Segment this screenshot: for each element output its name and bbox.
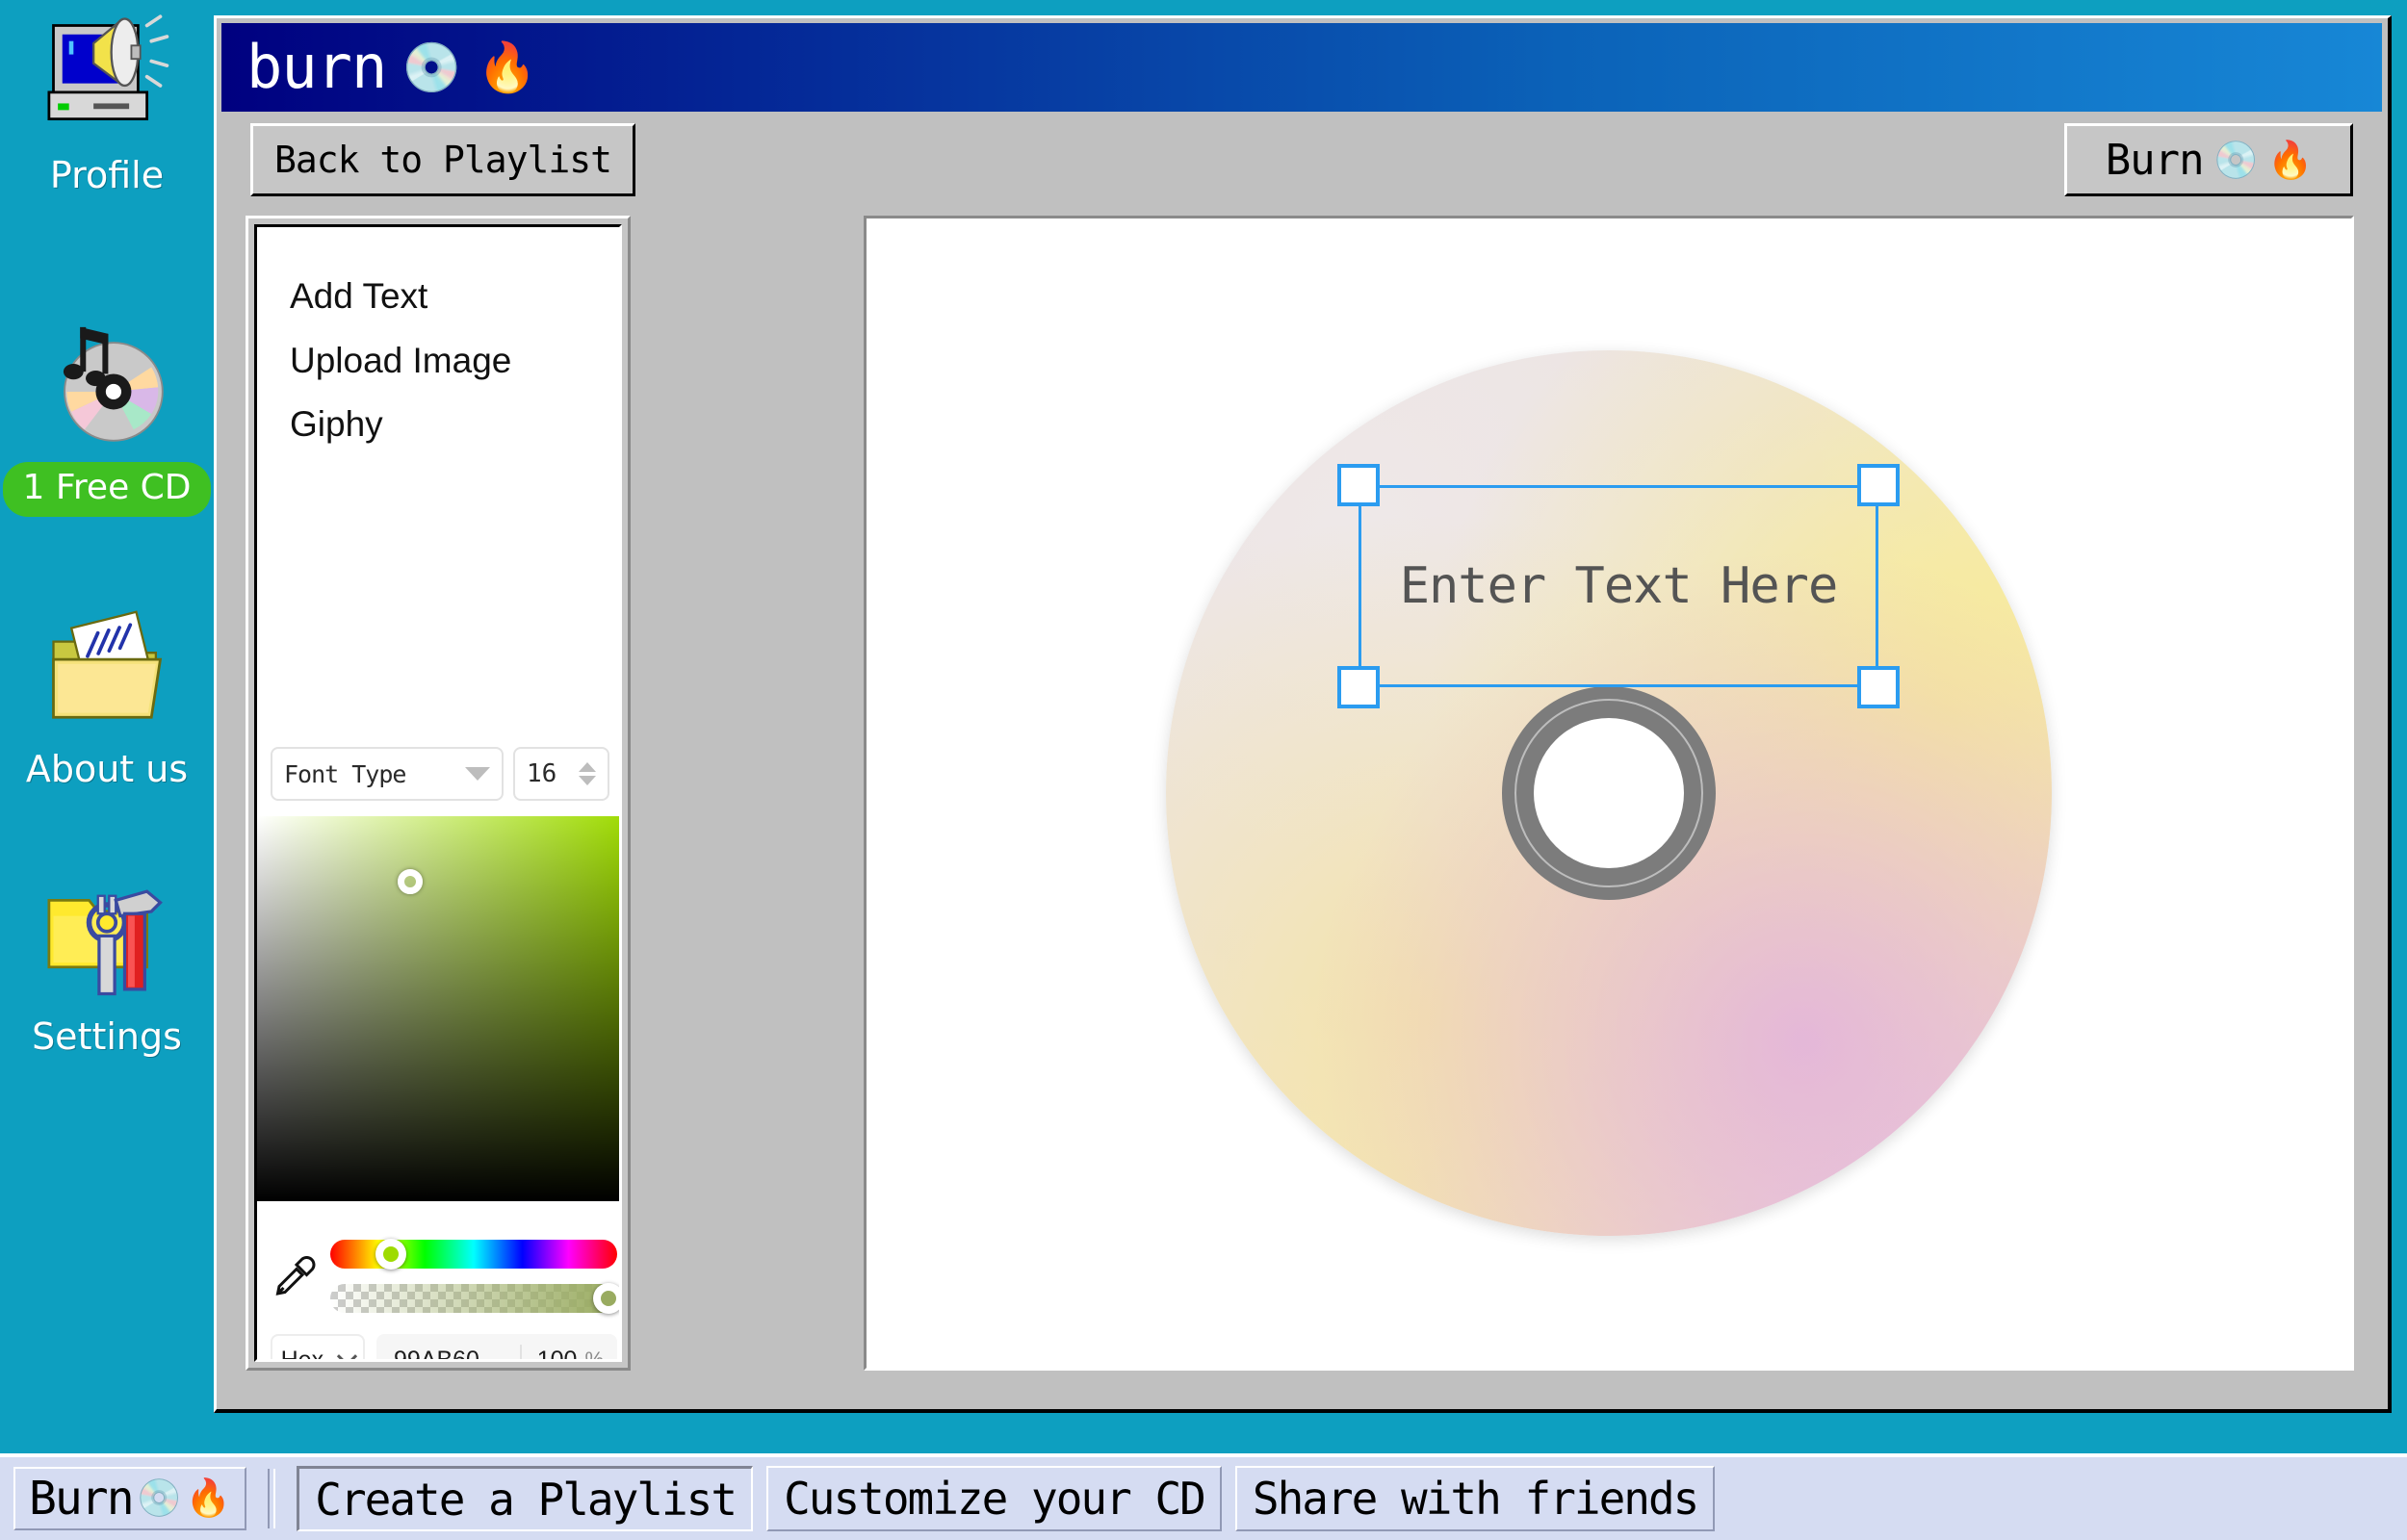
free-cd-badge: 1 Free CD — [3, 462, 211, 517]
alpha-handle-dot — [601, 1291, 617, 1306]
alpha-slider[interactable] — [330, 1283, 619, 1314]
burn-button[interactable]: Burn 💿 🔥 — [2064, 123, 2353, 196]
folder-document-icon — [36, 602, 178, 744]
color-sliders-block — [257, 1219, 619, 1334]
cd-canvas[interactable]: Enter Text Here — [864, 216, 2354, 1371]
taskbar: Burn 💿 🔥 Create a Playlist Customize you… — [0, 1453, 2407, 1540]
font-size-stepper[interactable]: 16 — [513, 747, 609, 801]
resize-handle-top-left[interactable] — [1337, 464, 1380, 506]
desktop-icon-profile-label: Profile — [49, 154, 165, 196]
chevron-up-icon[interactable] — [579, 762, 596, 772]
alpha-input[interactable]: 100 — [522, 1347, 585, 1360]
app-window: burn 💿 🔥 Back to Playlist Burn 💿 🔥 Add T… — [214, 15, 2392, 1413]
font-size-value: 16 — [527, 759, 557, 788]
hue-handle-dot — [382, 1246, 399, 1262]
desktop-icon-settings-label: Settings — [32, 1015, 182, 1058]
resize-handle-bottom-right[interactable] — [1857, 666, 1900, 708]
desktop-icon-free-cd[interactable]: 1 Free CD — [3, 314, 211, 517]
tool-giphy[interactable]: Giphy — [290, 405, 619, 445]
back-to-playlist-button[interactable]: Back to Playlist — [250, 123, 635, 196]
taskbar-item-customize-cd[interactable]: Customize your CD — [766, 1466, 1222, 1531]
cd-text-input[interactable]: Enter Text Here — [1359, 557, 1878, 615]
eyedropper-icon[interactable] — [271, 1247, 317, 1305]
cd-center-hole — [1534, 718, 1684, 868]
editor-left-panel-inner: Add Text Upload Image Giphy Font Type 16 — [254, 224, 622, 1362]
cd-icon: 💿 — [2213, 139, 2259, 181]
music-cd-icon — [36, 314, 178, 456]
burn-button-label: Burn — [2105, 135, 2205, 185]
cd-disc-wrapper: Enter Text Here — [1166, 350, 2052, 1236]
cd-icon: 💿 — [401, 40, 462, 94]
font-type-label: Font Type — [284, 759, 406, 788]
hue-slider[interactable] — [330, 1239, 617, 1270]
sliders-column — [330, 1239, 619, 1314]
color-mode-select[interactable]: Hex — [271, 1334, 365, 1362]
tool-add-text[interactable]: Add Text — [290, 276, 619, 317]
desktop-root: Profile 1 Free CD About us Settings burn… — [0, 0, 2407, 1540]
stepper-arrows[interactable] — [579, 762, 596, 785]
start-button-label: Burn — [29, 1472, 135, 1526]
folder-tools-icon — [36, 869, 178, 1012]
color-value-row: Hex 99AB60 100 % — [271, 1334, 617, 1362]
taskbar-divider — [268, 1469, 276, 1528]
alpha-slider-handle[interactable] — [593, 1283, 619, 1314]
desktop-sidebar: Profile 1 Free CD About us Settings — [0, 0, 214, 1453]
saturation-value-field[interactable] — [257, 816, 619, 1201]
start-button[interactable]: Burn 💿 🔥 — [13, 1467, 247, 1530]
chevron-down-icon[interactable] — [579, 776, 596, 785]
text-element-selection[interactable]: Enter Text Here — [1337, 464, 1900, 708]
hue-slider-handle[interactable] — [375, 1239, 406, 1270]
window-toolbar: Back to Playlist Burn 💿 🔥 — [221, 119, 2382, 206]
hex-input[interactable]: 99AB60 — [376, 1347, 520, 1360]
cd-icon: 💿 — [136, 1478, 182, 1519]
chevron-down-icon — [465, 767, 490, 781]
cd-hub-ring — [1502, 686, 1716, 900]
fire-icon: 🔥 — [477, 40, 537, 94]
resize-handle-top-right[interactable] — [1857, 464, 1900, 506]
desktop-icon-profile[interactable]: Profile — [11, 8, 203, 196]
chevron-down-icon — [337, 1346, 358, 1359]
font-type-select[interactable]: Font Type — [271, 747, 504, 801]
desktop-icon-about-us[interactable]: About us — [11, 602, 203, 790]
font-controls-row: Font Type 16 — [271, 747, 609, 801]
window-title: burn — [246, 32, 387, 102]
alpha-unit-label: % — [584, 1348, 604, 1362]
computer-speaker-icon — [36, 8, 178, 150]
taskbar-item-create-playlist[interactable]: Create a Playlist — [297, 1466, 754, 1531]
desktop-icon-about-us-label: About us — [25, 748, 189, 790]
resize-handle-bottom-left[interactable] — [1337, 666, 1380, 708]
window-titlebar[interactable]: burn 💿 🔥 — [221, 23, 2382, 112]
taskbar-item-share-friends[interactable]: Share with friends — [1234, 1466, 1716, 1531]
color-mode-label: Hex — [280, 1346, 324, 1362]
desktop-icon-settings[interactable]: Settings — [11, 869, 203, 1058]
saturation-handle[interactable] — [398, 869, 424, 894]
fire-icon: 🔥 — [2266, 139, 2313, 181]
tool-upload-image[interactable]: Upload Image — [290, 341, 619, 381]
editor-left-panel: Add Text Upload Image Giphy Font Type 16 — [246, 216, 631, 1371]
color-value-group: 99AB60 100 % — [376, 1334, 617, 1362]
tool-list: Add Text Upload Image Giphy — [257, 227, 619, 445]
fire-icon: 🔥 — [185, 1478, 232, 1519]
selection-border-bottom — [1359, 684, 1878, 687]
selection-border-top — [1359, 485, 1878, 488]
